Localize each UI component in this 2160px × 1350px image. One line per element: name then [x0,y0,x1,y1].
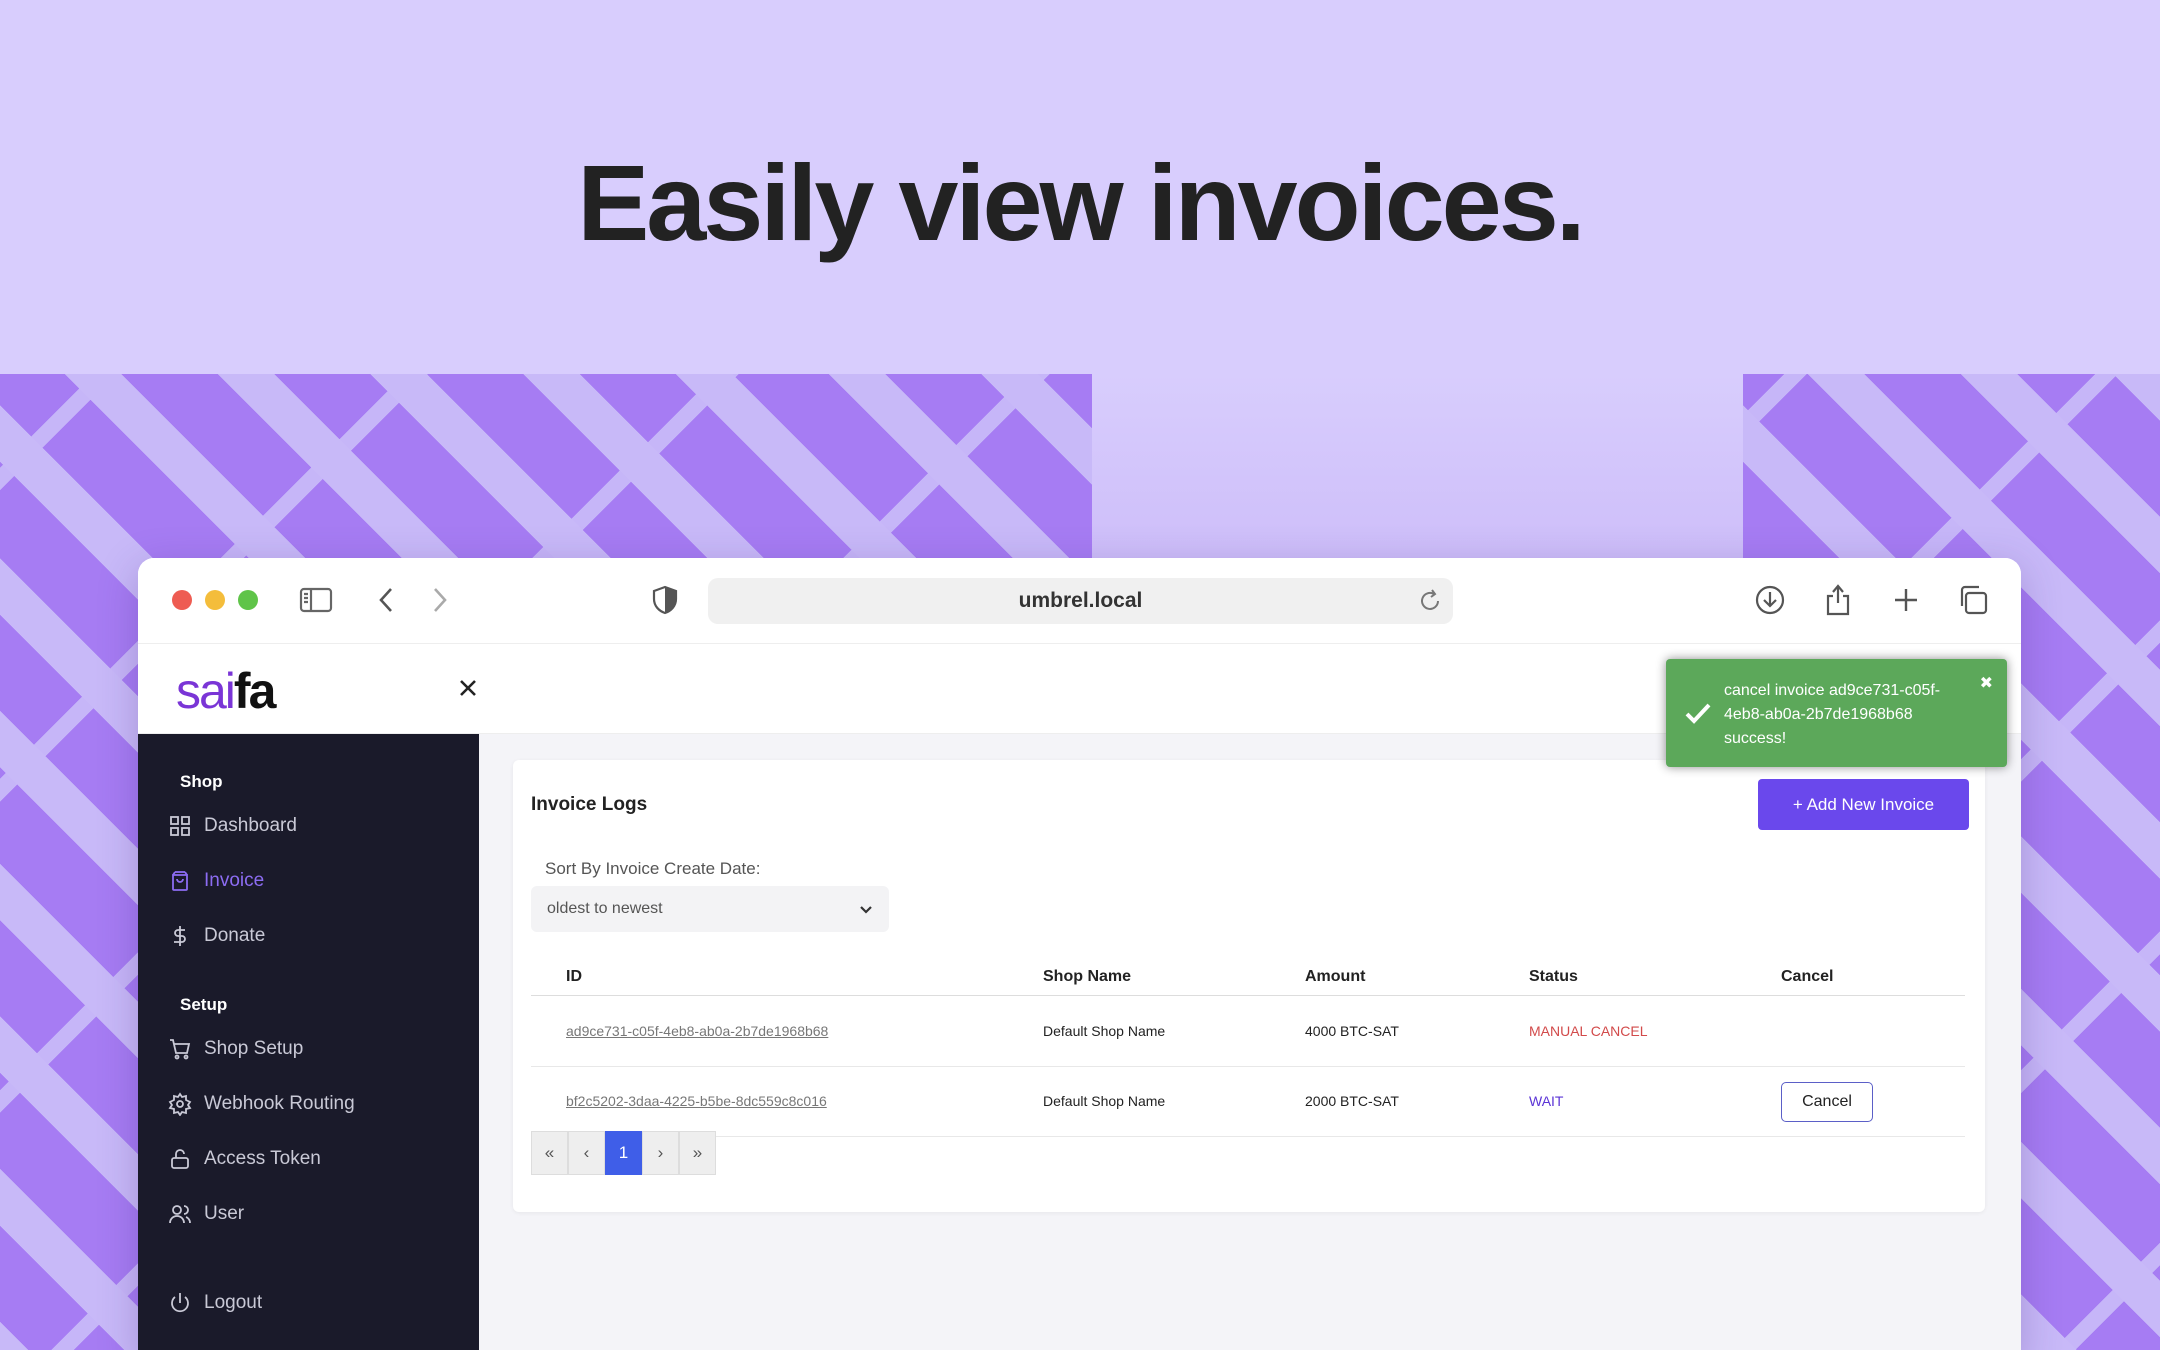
page-title: Invoice Logs [531,794,648,815]
invoice-id-link[interactable]: ad9ce731-c05f-4eb8-ab0a-2b7de1968b68 [566,1023,828,1039]
column-header-amount: Amount [1305,968,1366,985]
column-header-shop-name: Shop Name [1043,968,1132,985]
sidebar: Shop Dashboard Invoice Donate Setup Shop… [138,734,479,1350]
column-header-status: Status [1529,968,1578,985]
pagination: « ‹ 1 › » [531,1131,716,1175]
maximize-window-button[interactable] [238,590,258,610]
column-header-id: ID [566,968,582,985]
download-icon[interactable] [1750,580,1790,620]
close-window-button[interactable] [172,590,192,610]
power-icon [171,1293,189,1313]
tab-overview-icon[interactable] [1953,580,1993,620]
shop-name-cell: Default Shop Name [1043,1093,1166,1109]
cart-icon [170,1039,191,1060]
sidebar-item-label: Donate [204,925,266,946]
dollar-icon [174,926,186,946]
new-tab-icon[interactable] [1886,580,1926,620]
reload-icon[interactable] [1417,588,1443,614]
invoice-logs-card: Invoice Logs + Add New Invoice Sort By I… [513,760,1985,1212]
hero-banner: Easily view invoices. [0,0,2160,375]
amount-cell: 2000 BTC-SAT [1305,1093,1399,1109]
sidebar-section-shop: Shop [180,772,223,791]
page-last-button[interactable]: » [679,1131,716,1175]
status-badge: WAIT [1529,1093,1564,1109]
sidebar-item-label: Dashboard [204,815,297,836]
users-icon [169,1205,191,1224]
saifa-logo[interactable]: saifa [176,662,276,720]
page-next-button[interactable]: › [642,1131,679,1175]
sort-label: Sort By Invoice Create Date: [545,859,761,878]
minimize-window-button[interactable] [205,590,225,610]
status-badge: MANUAL CANCEL [1529,1023,1648,1039]
grid-icon [170,816,190,836]
sidebar-item-label: Shop Setup [204,1038,304,1059]
amount-cell: 4000 BTC-SAT [1305,1023,1399,1039]
sidebar-item-label: Webhook Routing [204,1093,355,1114]
toast-message: cancel invoice ad9ce731-c05f-4eb8-ab0a-2… [1724,682,1941,747]
sidebar-item-label: Logout [204,1292,263,1313]
page-first-button[interactable]: « [531,1131,568,1175]
sidebar-item-dashboard[interactable]: Dashboard [168,806,458,846]
sidebar-toggle-icon[interactable] [296,580,336,620]
gear-icon [168,1092,192,1116]
forward-icon[interactable] [420,580,460,620]
column-header-cancel: Cancel [1781,968,1834,985]
share-icon[interactable] [1818,580,1858,620]
table-row: bf2c5202-3daa-4225-b5be-8dc559c8c016 Def… [531,1067,1965,1137]
invoice-id-link[interactable]: bf2c5202-3daa-4225-b5be-8dc559c8c016 [566,1093,827,1109]
shop-name-cell: Default Shop Name [1043,1023,1166,1039]
sidebar-item-user[interactable]: User [168,1194,458,1234]
shield-icon[interactable] [645,580,685,620]
back-icon[interactable] [366,580,406,620]
table-header: ID Shop Name Amount Status Cancel [531,960,1965,996]
toast-close-icon[interactable]: ✖ [1980,673,1993,693]
sidebar-item-label: Access Token [204,1148,321,1169]
address-bar[interactable]: umbrel.local [708,578,1453,624]
sidebar-item-invoice[interactable]: Invoice [168,861,458,901]
bag-icon [172,871,188,891]
cancel-invoice-button[interactable]: Cancel [1781,1082,1873,1122]
unlock-icon [171,1149,189,1169]
success-toast: cancel invoice ad9ce731-c05f-4eb8-ab0a-2… [1666,659,2007,767]
sidebar-item-label: Invoice [204,870,265,891]
main-content: Invoice Logs + Add New Invoice Sort By I… [479,734,2021,1350]
browser-toolbar: umbrel.local [138,558,2021,644]
sidebar-item-shop-setup[interactable]: Shop Setup [168,1029,458,1069]
chevron-down-icon [857,900,875,918]
sort-select[interactable]: oldest to newest [531,886,889,932]
add-new-invoice-button[interactable]: + Add New Invoice [1758,779,1969,830]
sidebar-section-setup: Setup [180,995,228,1014]
sidebar-item-label: User [204,1203,245,1224]
page-current-button[interactable]: 1 [605,1131,642,1175]
check-icon [1682,697,1714,729]
sort-select-value: oldest to newest [547,900,663,917]
hero-title: Easily view invoices. [577,142,1586,263]
sidebar-item-access-token[interactable]: Access Token [168,1139,458,1179]
page-prev-button[interactable]: ‹ [568,1131,605,1175]
url-text: umbrel.local [1018,589,1143,612]
sidebar-item-logout[interactable]: Logout [168,1283,458,1323]
table-row: ad9ce731-c05f-4eb8-ab0a-2b7de1968b68 Def… [531,997,1965,1067]
sidebar-item-donate[interactable]: Donate [168,916,458,956]
sidebar-item-webhook-routing[interactable]: Webhook Routing [168,1084,458,1124]
close-sidebar-icon[interactable] [450,670,486,706]
